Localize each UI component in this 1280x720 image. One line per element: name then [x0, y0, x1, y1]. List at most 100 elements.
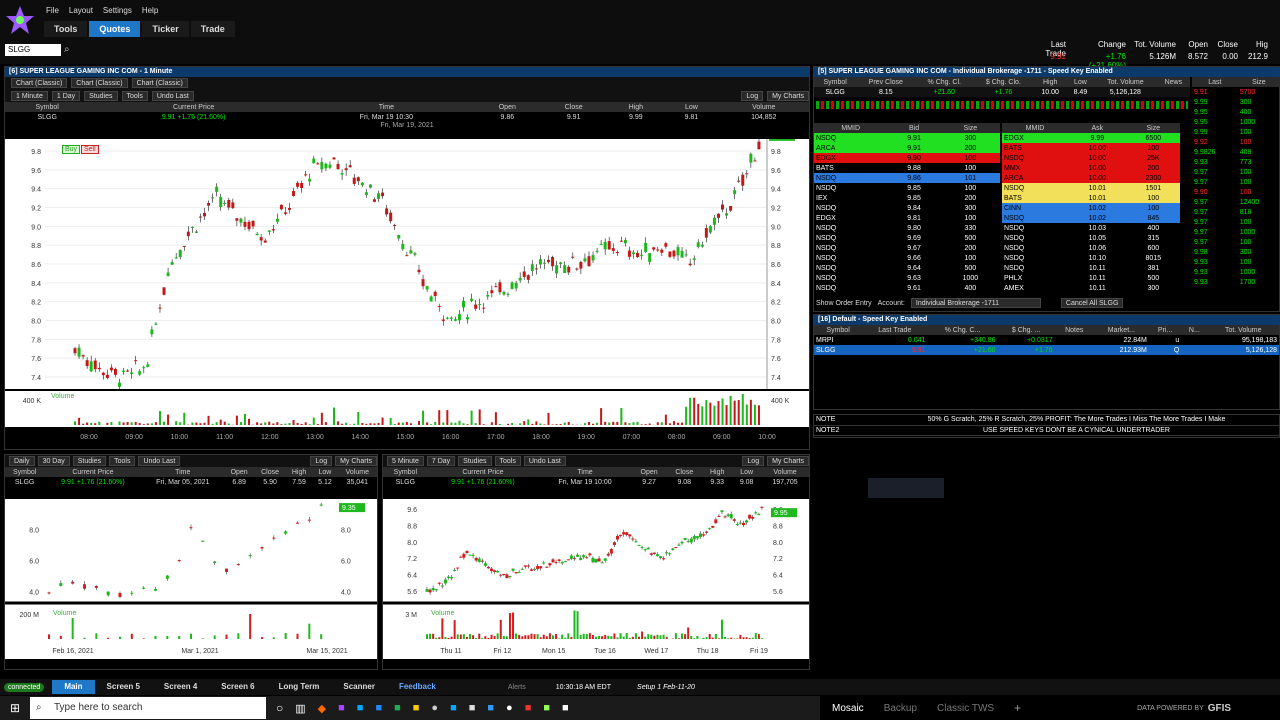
toolbar-button[interactable]: Log [742, 456, 765, 466]
book-row[interactable]: BATS 10.00 100 [1002, 143, 1180, 153]
classic-tws-tab[interactable]: Classic TWS [937, 703, 994, 714]
screen-tab[interactable]: Screen 4 [152, 680, 209, 694]
book-row[interactable]: NSDQ 10.06 600 [1002, 243, 1180, 253]
cortana-icon[interactable]: ○ [276, 701, 283, 715]
app-icon[interactable]: ■ [357, 702, 364, 714]
app-icon[interactable]: ● [506, 702, 513, 714]
range-select[interactable]: 1 Day [51, 90, 81, 101]
chart-tab[interactable]: Chart (Classic) [71, 78, 128, 88]
menu-file[interactable]: File [46, 6, 59, 15]
book-row[interactable]: NSDQ 10.11 381 [1002, 263, 1180, 273]
book-row[interactable]: NSDQ 9.66 100 [814, 253, 1000, 263]
tab-ticker[interactable]: Ticker [142, 21, 189, 37]
app-icon[interactable]: ■ [487, 702, 494, 714]
screen-tab[interactable]: Screen 6 [209, 680, 266, 694]
app-icon[interactable]: ■ [338, 702, 345, 714]
book-row[interactable]: PHLX 10.11 500 [1002, 273, 1180, 283]
menu-help[interactable]: Help [142, 6, 158, 15]
word-icon[interactable]: ■ [375, 702, 382, 714]
toolbar-button[interactable]: Daily [9, 456, 35, 466]
task-view-icon[interactable]: ▥ [295, 702, 305, 715]
cancel-all-button[interactable]: Cancel All SLGG [1060, 298, 1124, 308]
toolbar-button[interactable]: 30 Day [37, 456, 70, 466]
price-chart[interactable]: 9.8 9.8 9.6 9.6 9.4 9.4 9.2 9.2 9.0 9.0 8.8 8.8 8.6 8… [5, 131, 809, 391]
log-button[interactable]: Log [741, 90, 764, 101]
toolbar-button[interactable]: Tools [494, 456, 521, 466]
book-row[interactable]: NSDQ 9.86 101 [814, 173, 1000, 183]
book-row[interactable]: NSDQ 9.67 200 [814, 243, 1000, 253]
screen-tab[interactable]: Long Term [267, 680, 332, 694]
tab-quotes[interactable]: Quotes [89, 21, 141, 37]
app-icon[interactable]: ■ [450, 702, 457, 714]
tab-tools[interactable]: Tools [44, 21, 88, 37]
menu-layout[interactable]: Layout [69, 6, 93, 15]
buy-button[interactable]: Buy [62, 145, 81, 154]
daily-chart[interactable]: 8.0 8.0 6.0 6.0 4.0 4.0 Volume 200 M Feb 16, 202… [5, 499, 377, 659]
book-row[interactable]: NSDQ 9.69 500 [814, 233, 1000, 243]
sell-button[interactable]: Sell [81, 145, 99, 154]
book-row[interactable]: NSDQ 10.02 845 [1002, 213, 1180, 223]
toolbar-button[interactable]: Undo Last [523, 456, 566, 466]
book-row[interactable]: EDGX 9.99 6500 [1002, 133, 1180, 143]
app-icon[interactable]: ■ [543, 702, 550, 714]
book-row[interactable]: EDGX 9.81 100 [814, 213, 1000, 223]
app-icon[interactable]: ■ [413, 702, 420, 714]
book-row[interactable]: NSDQ 9.85 100 [814, 183, 1000, 193]
chart-tab[interactable]: Chart (Classic) [131, 78, 188, 88]
watchlist-row[interactable]: MRPI 0.041 +340.86 +0.0317 22.84M u 95,198,183 [814, 335, 1279, 345]
book-row[interactable]: NSDQ 10.03 400 [1002, 223, 1180, 233]
windows-start-icon[interactable]: ⊞ [0, 701, 30, 715]
toolbar-button[interactable]: Studies [458, 456, 492, 466]
book-row[interactable]: AMEX 10.11 300 [1002, 283, 1180, 293]
app-icon[interactable]: ● [431, 702, 438, 714]
toolbar-button[interactable]: My Charts [335, 456, 377, 466]
toolbar-button[interactable]: My Charts [767, 456, 809, 466]
book-row[interactable]: NSDQ 9.80 330 [814, 223, 1000, 233]
taskbar-search[interactable]: ⌕ Type here to search [30, 697, 266, 719]
search-icon[interactable]: ⌕ [64, 44, 70, 55]
my-charts-button[interactable]: My Charts [767, 90, 809, 101]
screen-tab[interactable]: Main [52, 680, 95, 694]
book-row[interactable]: EDGX 9.90 100 [814, 153, 1000, 163]
brave-icon[interactable]: ◆ [318, 702, 326, 715]
watchlist-row[interactable]: SLGG 9.91 +21.60 +1.76 212.93M Q 5,126,128 [814, 345, 1279, 355]
screen-tab[interactable]: Screen 5 [95, 680, 152, 694]
tools-button[interactable]: Tools [121, 90, 148, 101]
book-row[interactable]: NSDQ 9.91 300 [814, 133, 1000, 143]
app-icon[interactable]: ■ [469, 702, 476, 714]
account-select[interactable]: Individual Brokerage -1711 [910, 298, 1041, 308]
book-row[interactable]: ARCA 10.00 2300 [1002, 173, 1180, 183]
quote-cell[interactable]: SLGG [814, 87, 857, 97]
book-row[interactable]: NSDQ 10.10 8015 [1002, 253, 1180, 263]
book-row[interactable]: MMX 10.00 200 [1002, 163, 1180, 173]
book-row[interactable]: BATS 9.88 100 [814, 163, 1000, 173]
mosaic-tab[interactable]: Mosaic [832, 703, 864, 714]
backup-tab[interactable]: Backup [884, 703, 917, 714]
book-row[interactable]: BATS 10.01 100 [1002, 193, 1180, 203]
studies-button[interactable]: Studies [84, 90, 118, 101]
excel-icon[interactable]: ■ [394, 702, 401, 714]
feedback-button[interactable]: Feedback [387, 680, 448, 694]
book-row[interactable]: NSDQ 9.84 300 [814, 203, 1000, 213]
chart-tab[interactable]: Chart (Classic) [11, 78, 68, 88]
alerts-button[interactable]: Alerts [508, 684, 526, 691]
show-order-entry[interactable]: Show Order Entry [816, 300, 872, 307]
screen-tab[interactable]: Scanner [331, 680, 387, 694]
toolbar-button[interactable]: 7 Day [426, 456, 456, 466]
app-icon[interactable]: ■ [562, 702, 569, 714]
app-icon[interactable]: ■ [525, 702, 532, 714]
book-row[interactable]: NSDQ 9.61 400 [814, 283, 1000, 293]
book-row[interactable]: NSDQ 9.64 500 [814, 263, 1000, 273]
tab-trade[interactable]: Trade [190, 21, 235, 37]
toolbar-button[interactable]: Studies [72, 456, 107, 466]
toolbar-button[interactable]: 5 Minute [387, 456, 424, 466]
toolbar-button[interactable]: Log [310, 456, 333, 466]
book-row[interactable]: NSDQ 9.63 1000 [814, 273, 1000, 283]
book-row[interactable]: IEX 9.85 200 [814, 193, 1000, 203]
undo-button[interactable]: Undo Last [151, 90, 194, 101]
book-row[interactable]: NSDQ 10.05 315 [1002, 233, 1180, 243]
toolbar-button[interactable]: Tools [109, 456, 136, 466]
book-row[interactable]: ARCA 9.91 200 [814, 143, 1000, 153]
toolbar-button[interactable]: Undo Last [138, 456, 181, 466]
min5-chart[interactable]: 9.69.68.88.88.08.07.27.26.46.45.65.6Volu… [383, 499, 809, 659]
